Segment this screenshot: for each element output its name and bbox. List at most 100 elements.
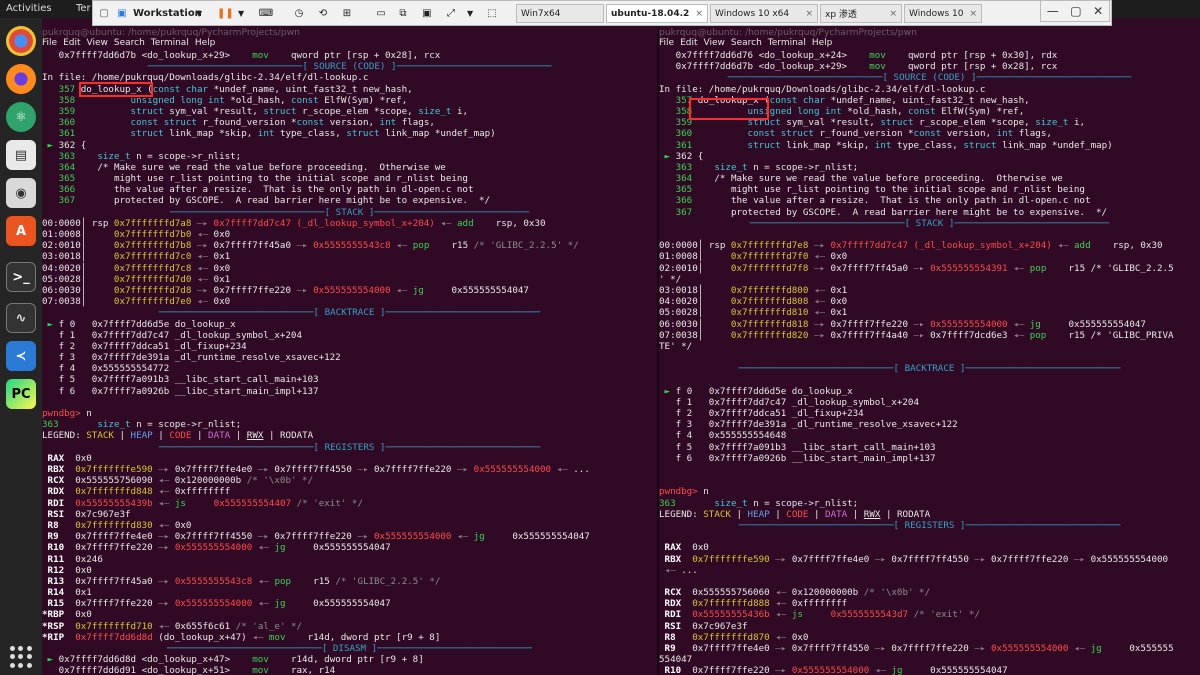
menu-item[interactable]: View: [704, 38, 725, 48]
tab-windows10[interactable]: Windows 10 ×: [904, 4, 982, 23]
terminal-line: f 1 0x7ffff7dd7c47 _dl_lookup_symbol_x+2…: [42, 329, 302, 341]
revert-snapshot-icon[interactable]: ⟲: [315, 3, 331, 23]
library-icon[interactable]: ⬚: [485, 3, 499, 23]
terminal-line: 363 size_t n = scope->r_nlist;: [675, 161, 859, 173]
right-terminal[interactable]: pukrquq@ubuntu: /home/pukrquq/PycharmPro…: [659, 27, 1200, 675]
stretch-icon[interactable]: ⤢: [443, 3, 459, 23]
tab-xp[interactable]: xp 渗透 ×: [820, 4, 902, 23]
terminal-line: RAX 0x0: [42, 452, 92, 464]
workstation-dropdown-icon[interactable]: ▼: [196, 3, 202, 23]
activities-button[interactable]: Activities: [6, 3, 52, 14]
terminal-line: pwndbg> n: [659, 486, 709, 498]
show-applications-icon[interactable]: [10, 646, 32, 668]
maximize-icon[interactable]: ▢: [1070, 4, 1081, 18]
terminal-line: f 5 0x7ffff7a091b3 __libc_start_call_mai…: [659, 441, 936, 453]
terminal-line: RCX 0x555555756060 ◂— 0x120000000b /* '\…: [659, 587, 931, 599]
menu-item[interactable]: File: [659, 38, 674, 48]
terminal-menubar: File Edit View Search Terminal Help: [42, 38, 657, 50]
left-terminal[interactable]: pukrquq@ubuntu: /home/pukrquq/PycharmPro…: [42, 27, 657, 675]
tab-win7x64[interactable]: Win7x64: [516, 4, 604, 23]
menu-item[interactable]: View: [87, 38, 108, 48]
menu-item[interactable]: Search: [114, 38, 145, 48]
console-view-icon[interactable]: ▣: [419, 3, 435, 23]
terminal-line: 03:0018│ 0x7fffffffd7c0 ◂— 0x1: [42, 251, 231, 263]
files-icon[interactable]: ▤: [6, 140, 36, 170]
terminal-line: R15 0x7ffff7ffe220 —▸ 0x555555554000 ◂— …: [42, 598, 391, 610]
view-dropdown-icon[interactable]: ▼: [467, 3, 473, 23]
menu-item[interactable]: Edit: [63, 38, 80, 48]
pause-dropdown-icon[interactable]: ▼: [238, 3, 244, 23]
terminal-line: 01:0008│ 0x7fffffffd7f0 ◂— 0x0: [659, 251, 848, 263]
disk-icon[interactable]: ◉: [6, 178, 36, 208]
terminal-line: ► 0x7ffff7dd6d8d <do_lookup_x+47> mov r1…: [47, 654, 424, 666]
terminal-line: ► f 0 0x7ffff7dd6d5e do_lookup_x: [664, 385, 853, 397]
terminal-line: f 6 0x7ffff7a0926b __libc_start_main_imp…: [659, 452, 936, 464]
menu-item[interactable]: Edit: [680, 38, 697, 48]
pycharm-icon[interactable]: PC: [6, 379, 36, 409]
terminal-line: f 3 0x7ffff7de391a _dl_runtime_resolve_x…: [42, 352, 341, 364]
terminal-app-label[interactable]: Ter: [76, 3, 91, 14]
terminal-line: 366 the value after a resize. That is th…: [675, 195, 1091, 207]
menu-item[interactable]: Help: [812, 38, 833, 48]
menu-item[interactable]: Search: [731, 38, 762, 48]
terminal-line: ◂— ...: [664, 564, 698, 576]
menu-item[interactable]: Terminal: [151, 38, 189, 48]
window-controls: — ▢ ✕: [1040, 0, 1110, 22]
fullscreen-icon[interactable]: ▭: [373, 3, 389, 23]
terminal-line: 361 struct link_map *skip, int type_clas…: [675, 139, 1113, 151]
terminal-line: R8 0x7fffffffd870 ◂— 0x0: [659, 631, 809, 643]
snapshot-icon[interactable]: ◷: [291, 3, 307, 23]
firefox-icon[interactable]: [6, 64, 36, 94]
workstation-menu[interactable]: Workstation: [133, 3, 202, 23]
terminal-line: 00:0000│ rsp 0x7fffffffd7e8 —▸ 0x7ffff7d…: [659, 240, 1163, 252]
terminal-line: 04:0020│ 0x7fffffffd808 ◂— 0x0: [659, 296, 848, 308]
chrome-icon[interactable]: [6, 26, 36, 56]
send-keys-icon[interactable]: ⌨: [258, 3, 274, 23]
section-header-label: [ STACK ]: [904, 217, 955, 229]
close-icon[interactable]: ✕: [1093, 4, 1103, 18]
terminal-line: f 1 0x7ffff7dd7c47 _dl_lookup_symbol_x+2…: [659, 396, 919, 408]
terminal-line: 0x7ffff7dd6d76 <do_lookup_x+24> mov qwor…: [659, 50, 1058, 61]
toolbar-square-icon[interactable]: ▢: [97, 3, 111, 23]
terminal-line: R10 0x7ffff7ffe220 —▸ 0x555555554000 ◂— …: [42, 542, 391, 554]
close-tab-icon[interactable]: ×: [695, 9, 703, 19]
menu-item[interactable]: File: [42, 38, 57, 48]
terminal-line: 01:0008│ 0x7fffffffd7b0 ◂— 0x0: [42, 229, 231, 241]
terminal-output: 0x7ffff7dd6d76 <do_lookup_x+24> mov qwor…: [659, 50, 1200, 675]
terminal-icon[interactable]: >_: [6, 262, 36, 292]
vscode-icon[interactable]: ≺: [6, 341, 36, 371]
section-header-label: [ SOURCE (CODE) ]: [882, 72, 977, 84]
terminal-line: 365 might use r_list pointing to the ini…: [675, 184, 1085, 196]
section-header: ────────────────────────────[ STACK ]───…: [169, 206, 530, 218]
atom-icon[interactable]: ⚛: [6, 102, 36, 132]
unity-icon[interactable]: ⧉: [395, 3, 411, 23]
terminal-line: RAX 0x0: [659, 542, 709, 554]
pause-icon[interactable]: ❚❚: [217, 3, 234, 23]
tab-ubuntu[interactable]: ubuntu-18.04.2 ×: [606, 4, 708, 23]
system-monitor-icon[interactable]: ∿: [6, 303, 36, 333]
section-header: ────────────────────────────[ REGISTERS …: [158, 441, 541, 453]
terminal-line: 05:0028│ 0x7fffffffd7d0 ◂— 0x1: [42, 273, 231, 285]
terminal-line: In file: /home/pukrquq/Downloads/glibc-2…: [659, 83, 986, 95]
terminal-line: RDI 0x55555555436b ◂— js 0x5555555543d7 …: [659, 609, 980, 621]
close-tab-icon[interactable]: ×: [805, 9, 813, 19]
minimize-icon[interactable]: —: [1047, 4, 1059, 18]
section-header: ────────────────────────────[ SOURCE (CO…: [727, 72, 1132, 84]
menu-item[interactable]: Help: [195, 38, 216, 48]
snapshot-manager-icon[interactable]: ⊞: [339, 3, 355, 23]
close-tab-icon[interactable]: ×: [889, 9, 897, 19]
tab-windows10x64[interactable]: Windows 10 x64 ×: [710, 4, 818, 23]
terminal-line: R10 0x7ffff7ffe220 —▸ 0x555555554000 ◂— …: [659, 665, 1008, 675]
software-center-icon[interactable]: A: [6, 216, 36, 246]
terminal-line: LEGEND: STACK | HEAP | CODE | DATA | RWX…: [659, 508, 931, 520]
section-header-label: [ DISASM ]: [321, 643, 378, 654]
section-header-label: [ REGISTERS ]: [893, 519, 966, 531]
tab-ubuntu-label: ubuntu-18.04.2: [611, 8, 690, 19]
menu-item[interactable]: Terminal: [768, 38, 806, 48]
terminal-line: 361 struct link_map *skip, int type_clas…: [58, 128, 496, 140]
close-tab-icon[interactable]: ×: [969, 9, 977, 19]
